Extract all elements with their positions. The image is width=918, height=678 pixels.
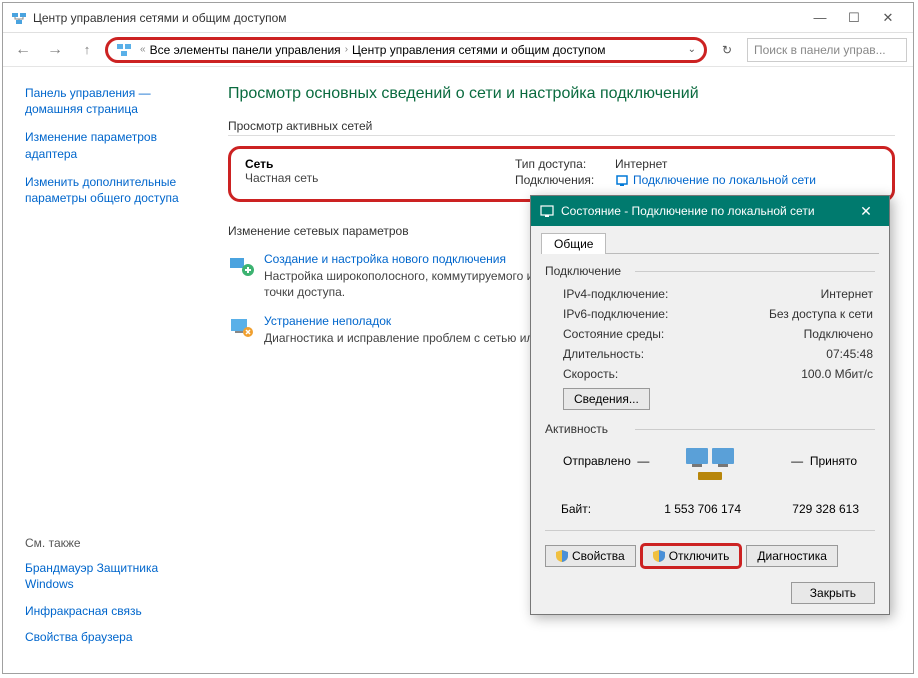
see-also-heading: См. также <box>25 536 210 550</box>
sidebar-home-link[interactable]: Панель управления — домашняя страница <box>25 85 210 117</box>
sent-bytes: 1 553 706 174 <box>621 502 741 516</box>
window-icon <box>11 10 27 26</box>
seealso-firewall-link[interactable]: Брандмауэр Защитника Windows <box>25 560 210 592</box>
toolbar: ← → ↑ « Все элементы панели управления ›… <box>3 33 913 67</box>
connection-status-dialog: Состояние - Подключение по локальной сет… <box>530 195 890 615</box>
dialog-title: Состояние - Подключение по локальной сет… <box>561 204 851 218</box>
maximize-button[interactable]: ☐ <box>837 7 871 29</box>
sidebar-adapter-settings-link[interactable]: Изменение параметров адаптера <box>25 129 210 161</box>
close-dialog-button[interactable]: Закрыть <box>791 582 875 604</box>
active-network-box: Сеть Частная сеть Тип доступа: Интернет … <box>228 146 895 202</box>
details-button[interactable]: Сведения... <box>563 388 650 410</box>
troubleshoot-icon <box>228 314 256 342</box>
shield-icon <box>556 550 568 562</box>
breadcrumb-parent[interactable]: Все элементы панели управления <box>150 43 341 57</box>
refresh-button[interactable]: ↻ <box>715 38 739 62</box>
duration-value: 07:45:48 <box>826 347 873 361</box>
close-button[interactable]: ✕ <box>871 7 905 29</box>
chevron-left-icon: « <box>140 44 146 55</box>
tab-general[interactable]: Общие <box>541 233 606 254</box>
received-bytes: 729 328 613 <box>781 502 859 516</box>
ethernet-icon <box>539 203 555 219</box>
connections-label: Подключения: <box>515 173 615 187</box>
received-label: — Принято <box>791 454 857 468</box>
bytes-label: Байт: <box>561 502 621 516</box>
speed-value: 100.0 Мбит/c <box>801 367 873 381</box>
forward-button[interactable]: → <box>41 37 69 63</box>
shield-icon <box>653 550 665 562</box>
control-panel-icon <box>116 42 132 58</box>
media-state-label: Состояние среды: <box>563 327 664 341</box>
duration-label: Длительность: <box>563 347 644 361</box>
minimize-button[interactable]: — <box>803 7 837 29</box>
dialog-titlebar: Состояние - Подключение по локальной сет… <box>531 196 889 226</box>
network-type: Частная сеть <box>245 171 515 185</box>
up-button[interactable]: ↑ <box>73 37 101 63</box>
media-state-value: Подключено <box>804 327 873 341</box>
seealso-browser-props-link[interactable]: Свойства браузера <box>25 629 210 645</box>
connection-link[interactable]: Подключение по локальной сети <box>633 173 816 189</box>
breadcrumb-current[interactable]: Центр управления сетями и общим доступом <box>352 43 606 57</box>
access-type-label: Тип доступа: <box>515 157 615 171</box>
activity-icon <box>682 444 738 486</box>
search-input[interactable]: Поиск в панели управ... <box>747 38 907 62</box>
chevron-right-icon: › <box>345 44 348 55</box>
page-title: Просмотр основных сведений о сети и наст… <box>228 85 895 103</box>
dialog-close-button[interactable]: ✕ <box>851 203 881 220</box>
ipv4-value: Интернет <box>821 287 873 301</box>
titlebar: Центр управления сетями и общим доступом… <box>3 3 913 33</box>
dialog-tabs: Общие <box>541 232 879 254</box>
ethernet-icon <box>615 174 629 188</box>
back-button[interactable]: ← <box>9 37 37 63</box>
speed-label: Скорость: <box>563 367 618 381</box>
sent-label: Отправлено — <box>563 454 649 468</box>
ipv6-value: Без доступа к сети <box>769 307 873 321</box>
activity-group-heading: Активность <box>545 422 875 436</box>
disable-button[interactable]: Отключить <box>642 545 741 567</box>
address-bar[interactable]: « Все элементы панели управления › Центр… <box>105 37 707 63</box>
properties-button[interactable]: Свойства <box>545 545 636 567</box>
window-title: Центр управления сетями и общим доступом <box>33 11 803 25</box>
sidebar: Панель управления — домашняя страница Из… <box>3 67 218 673</box>
ipv4-label: IPv4-подключение: <box>563 287 668 301</box>
seealso-infrared-link[interactable]: Инфракрасная связь <box>25 603 210 619</box>
sidebar-sharing-settings-link[interactable]: Изменить дополнительные параметры общего… <box>25 174 210 206</box>
ipv6-label: IPv6-подключение: <box>563 307 668 321</box>
connection-group-heading: Подключение <box>545 264 875 278</box>
new-connection-icon <box>228 252 256 280</box>
dropdown-icon[interactable]: ⌄ <box>688 44 696 55</box>
diagnose-button[interactable]: Диагностика <box>746 545 838 567</box>
network-name: Сеть <box>245 157 515 171</box>
access-type-value: Интернет <box>615 157 667 171</box>
active-networks-heading: Просмотр активных сетей <box>228 119 895 136</box>
